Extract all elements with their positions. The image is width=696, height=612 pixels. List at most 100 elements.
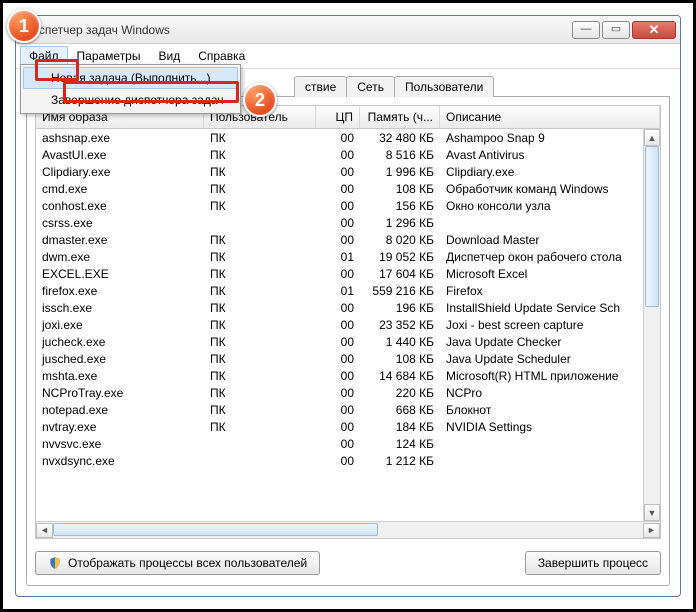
cell-desc: Блокнот (440, 403, 660, 417)
cell-desc: Окно консоли узла (440, 199, 660, 213)
cell-name: cmd.exe (36, 182, 204, 196)
scroll-down-icon[interactable]: ▼ (644, 504, 660, 521)
table-row[interactable]: jucheck.exeПК001 440 КБJava Update Check… (36, 333, 660, 350)
table-row[interactable]: dwm.exeПК0119 052 КБДиспетчер окон рабоч… (36, 248, 660, 265)
cell-mem: 108 КБ (360, 182, 440, 196)
scroll-right-icon[interactable]: ► (643, 523, 660, 538)
cell-cpu: 00 (316, 165, 360, 179)
menu-file[interactable]: Файл (20, 46, 68, 66)
process-table: Имя образа Пользователь ЦП Память (ч... … (35, 105, 661, 539)
cell-user: ПК (204, 182, 316, 196)
table-row[interactable]: mshta.exeПК0014 684 КБMicrosoft(R) HTML … (36, 367, 660, 384)
maximize-button[interactable]: ▭ (602, 21, 630, 39)
table-row[interactable]: dmaster.exeПК008 020 КБDownload Master (36, 231, 660, 248)
cell-desc: Обработчик команд Windows (440, 182, 660, 196)
cell-name: NCProTray.exe (36, 386, 204, 400)
cell-user: ПК (204, 148, 316, 162)
col-desc[interactable]: Описание (440, 106, 660, 128)
close-button[interactable]: ✕ (632, 21, 676, 39)
menu-item-new-task[interactable]: Новая задача (Выполнить...) (23, 67, 238, 89)
hscroll-thumb[interactable] (53, 523, 378, 536)
cell-mem: 124 КБ (360, 437, 440, 451)
table-row[interactable]: EXCEL.EXEПК0017 604 КБMicrosoft Excel (36, 265, 660, 282)
callout-1: 1 (7, 9, 41, 43)
table-row[interactable]: issch.exeПК00196 КБInstallShield Update … (36, 299, 660, 316)
cell-mem: 1 296 КБ (360, 216, 440, 230)
cell-cpu: 00 (316, 301, 360, 315)
cell-cpu: 01 (316, 250, 360, 264)
table-row[interactable]: NCProTray.exeПК00220 КБNCPro (36, 384, 660, 401)
cell-cpu: 00 (316, 267, 360, 281)
cell-user: ПК (204, 284, 316, 298)
cell-name: nvvsvc.exe (36, 437, 204, 451)
cell-user: ПК (204, 420, 316, 434)
cell-user: ПК (204, 131, 316, 145)
end-process-label: Завершить процесс (538, 556, 648, 570)
menu-options[interactable]: Параметры (68, 46, 150, 66)
table-row[interactable]: conhost.exeПК00156 КБОкно консоли узла (36, 197, 660, 214)
cell-desc: Java Update Scheduler (440, 352, 660, 366)
cell-mem: 8 020 КБ (360, 233, 440, 247)
cell-mem: 14 684 КБ (360, 369, 440, 383)
cell-name: AvastUI.exe (36, 148, 204, 162)
table-row[interactable]: jusched.exeПК00108 КБJava Update Schedul… (36, 350, 660, 367)
cell-desc: Java Update Checker (440, 335, 660, 349)
scroll-left-icon[interactable]: ◄ (36, 523, 53, 538)
cell-desc: NCPro (440, 386, 660, 400)
cell-desc: Microsoft(R) HTML приложение (440, 369, 660, 383)
cell-user: ПК (204, 301, 316, 315)
cell-cpu: 00 (316, 403, 360, 417)
cell-desc: Ashampoo Snap 9 (440, 131, 660, 145)
end-process-button[interactable]: Завершить процесс (525, 551, 661, 575)
title-bar[interactable]: Диспетчер задач Windows — ▭ ✕ (16, 16, 680, 44)
cell-name: dmaster.exe (36, 233, 204, 247)
table-row[interactable]: AvastUI.exeПК008 516 КБAvast Antivirus (36, 146, 660, 163)
cell-cpu: 00 (316, 148, 360, 162)
table-row[interactable]: csrss.exe 001 296 КБ (36, 214, 660, 231)
col-mem[interactable]: Память (ч... (360, 106, 440, 128)
vscroll-thumb[interactable] (645, 146, 659, 307)
table-row[interactable]: Clipdiary.exeПК001 996 КБClipdiary.exe (36, 163, 660, 180)
table-row[interactable]: firefox.exeПК01559 216 КБFirefox (36, 282, 660, 299)
show-all-users-button[interactable]: Отображать процессы всех пользователей (35, 551, 320, 575)
cell-mem: 17 604 КБ (360, 267, 440, 281)
vertical-scrollbar[interactable]: ▲ ▼ (643, 129, 660, 521)
cell-cpu: 00 (316, 352, 360, 366)
table-row[interactable]: cmd.exeПК00108 КБОбработчик команд Windo… (36, 180, 660, 197)
cell-name: issch.exe (36, 301, 204, 315)
cell-desc: InstallShield Update Service Sch (440, 301, 660, 315)
table-row[interactable]: joxi.exeПК0023 352 КБJoxi - best screen … (36, 316, 660, 333)
tab-network[interactable]: Сеть (346, 76, 395, 97)
minimize-button[interactable]: — (572, 21, 600, 39)
scroll-up-icon[interactable]: ▲ (644, 129, 660, 146)
table-row[interactable]: nvxdsync.exe001 212 КБ (36, 452, 660, 469)
tab-services-partial[interactable]: ствие (294, 76, 347, 97)
cell-cpu: 00 (316, 216, 360, 230)
cell-user: ПК (204, 369, 316, 383)
cell-cpu: 01 (316, 284, 360, 298)
cell-mem: 196 КБ (360, 301, 440, 315)
cell-mem: 1 212 КБ (360, 454, 440, 468)
col-cpu[interactable]: ЦП (316, 106, 360, 128)
table-row[interactable]: notepad.exeПК00668 КББлокнот (36, 401, 660, 418)
shield-icon (48, 556, 62, 570)
cell-desc: Joxi - best screen capture (440, 318, 660, 332)
menu-item-exit[interactable]: Завершение диспетчера задач (23, 89, 238, 111)
table-row[interactable]: nvvsvc.exe00124 КБ (36, 435, 660, 452)
cell-name: csrss.exe (36, 216, 204, 230)
cell-name: nvxdsync.exe (36, 454, 204, 468)
cell-user: ПК (204, 267, 316, 281)
tab-users[interactable]: Пользователи (394, 76, 494, 97)
cell-mem: 32 480 КБ (360, 131, 440, 145)
cell-desc: NVIDIA Settings (440, 420, 660, 434)
table-row[interactable]: nvtray.exeПК00184 КБNVIDIA Settings (36, 418, 660, 435)
menu-view[interactable]: Вид (149, 46, 189, 66)
horizontal-scrollbar[interactable]: ◄ ► (36, 521, 660, 538)
cell-desc: Download Master (440, 233, 660, 247)
table-body[interactable]: ▲ ▼ ashsnap.exeПК0032 480 КБAshampoo Sna… (36, 129, 660, 521)
cell-user: ПК (204, 250, 316, 264)
table-row[interactable]: ashsnap.exeПК0032 480 КБAshampoo Snap 9 (36, 129, 660, 146)
cell-user: ПК (204, 199, 316, 213)
cell-name: joxi.exe (36, 318, 204, 332)
menu-help[interactable]: Справка (189, 46, 254, 66)
